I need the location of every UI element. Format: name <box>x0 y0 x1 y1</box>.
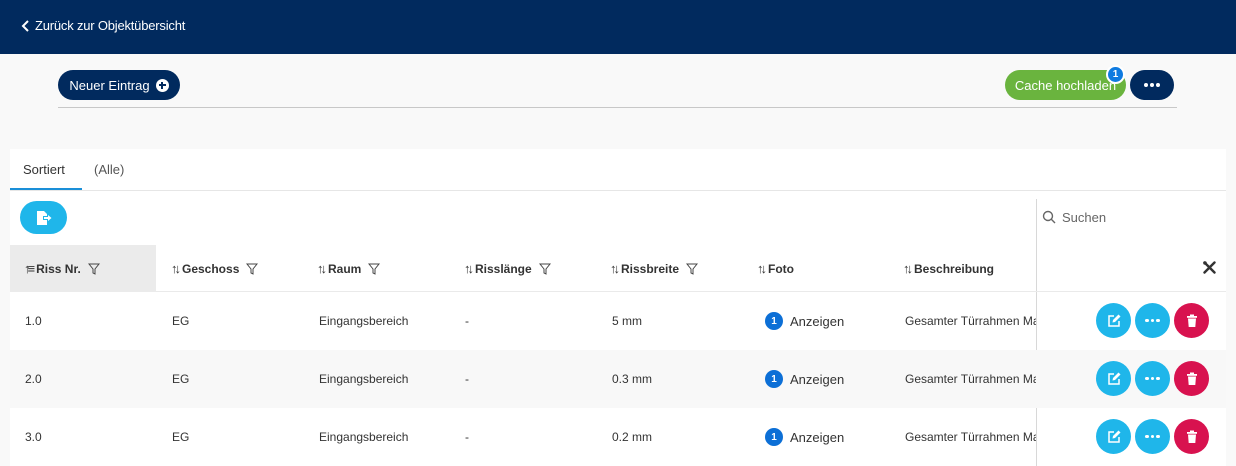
back-link-label: Zurück zur Objektübersicht <box>35 18 186 33</box>
trash-icon <box>1186 430 1197 443</box>
row-more-button[interactable] <box>1135 361 1170 396</box>
photo-link-label: Anzeigen <box>790 371 845 387</box>
column-label: Raum <box>328 261 362 276</box>
cell-geschoss: EG <box>172 314 190 328</box>
table-header: ↑≡ Riss Nr. ↑↓ Geschoss ↑↓ Raum ↑↓ Rissl… <box>10 245 1226 292</box>
table-row[interactable]: 3.0 EG Eingangsbereich - 0.2 mm 1 Anzeig… <box>10 408 1226 466</box>
cell-rissbreite: 0.2 mm <box>612 430 653 444</box>
filter-icon[interactable] <box>246 263 259 275</box>
delete-button[interactable] <box>1174 419 1209 454</box>
search-input[interactable] <box>1062 209 1212 225</box>
more-options-button[interactable] <box>1130 70 1174 100</box>
delete-button[interactable] <box>1174 303 1209 338</box>
edit-icon <box>1107 314 1120 327</box>
tab-bar: Sortiert (Alle) <box>10 149 1226 191</box>
ellipsis-icon <box>1145 318 1160 323</box>
cell-rissbreite: 5 mm <box>612 314 642 328</box>
sort-icon: ↑↓ <box>757 261 767 276</box>
sort-ascending-icon: ↑≡ <box>24 261 35 276</box>
active-tab-indicator <box>10 188 82 190</box>
back-link[interactable]: Zurück zur Objektübersicht <box>21 18 185 33</box>
column-label: Riss Nr. <box>36 261 81 276</box>
row-more-button[interactable] <box>1135 419 1170 454</box>
photo-link[interactable]: 1 Anzeigen <box>765 312 844 330</box>
table-row[interactable]: 1.0 EG Eingangsbereich - 5 mm 1 Anzeigen… <box>10 292 1226 350</box>
cache-upload-label: Cache hochladen <box>1014 77 1117 93</box>
trash-icon <box>1186 372 1197 385</box>
cell-rissbreite: 0.3 mm <box>612 372 653 386</box>
column-header-beschreibung[interactable]: ↑↓ Beschreibung <box>903 261 994 276</box>
edit-icon <box>1107 372 1120 385</box>
filter-icon[interactable] <box>368 263 381 275</box>
photo-link-label: Anzeigen <box>790 429 845 445</box>
filter-icon[interactable] <box>87 263 100 275</box>
top-bar: Zurück zur Objektübersicht <box>0 0 1236 54</box>
cell-riss-nr: 2.0 <box>25 372 42 386</box>
sort-icon: ↑↓ <box>464 261 474 276</box>
photo-count-badge: 1 <box>765 428 783 446</box>
photo-count-badge: 1 <box>765 370 783 388</box>
export-button[interactable] <box>20 201 67 234</box>
photo-link[interactable]: 1 Anzeigen <box>765 370 844 388</box>
cell-riss-nr: 3.0 <box>25 430 42 444</box>
column-label: Geschoss <box>182 261 240 276</box>
column-label: Foto <box>768 261 794 276</box>
sort-icon: ↑↓ <box>171 261 181 276</box>
row-more-button[interactable] <box>1135 303 1170 338</box>
cell-geschoss: EG <box>172 372 190 386</box>
photo-link[interactable]: 1 Anzeigen <box>765 428 844 446</box>
file-export-icon <box>36 210 51 225</box>
cell-geschoss: EG <box>172 430 190 444</box>
tab-sorted[interactable]: Sortiert <box>23 162 65 177</box>
column-header-raum[interactable]: ↑↓ Raum <box>317 261 381 276</box>
plus-circle-icon <box>155 78 169 92</box>
search-icon <box>1042 210 1056 224</box>
column-label: Beschreibung <box>914 261 995 276</box>
chevron-left-icon <box>21 19 29 32</box>
sort-icon: ↑↓ <box>610 261 620 276</box>
delete-button[interactable] <box>1174 361 1209 396</box>
edit-button[interactable] <box>1096 419 1131 454</box>
cell-beschreibung: Gesamter Türrahmen Mat <box>905 372 1036 386</box>
column-header-rissbreite[interactable]: ↑↓ Rissbreite <box>610 261 699 276</box>
photo-count-badge: 1 <box>765 312 783 330</box>
sort-icon: ↑↓ <box>317 261 327 276</box>
table-row[interactable]: 2.0 EG Eingangsbereich - 0.3 mm 1 Anzeig… <box>10 350 1226 408</box>
filter-icon[interactable] <box>686 263 699 275</box>
column-label: Risslänge <box>475 261 532 276</box>
edit-button[interactable] <box>1096 303 1131 338</box>
filter-icon[interactable] <box>538 263 551 275</box>
cell-raum: Eingangsbereich <box>319 314 409 328</box>
trash-icon <box>1186 314 1197 327</box>
ellipsis-icon <box>1145 434 1160 439</box>
column-header-geschoss[interactable]: ↑↓ Geschoss <box>171 261 259 276</box>
cell-risslaenge: - <box>465 372 469 386</box>
new-entry-label: Neuer Eintrag <box>69 77 150 93</box>
cell-raum: Eingangsbereich <box>319 430 409 444</box>
cache-count-badge: 1 <box>1106 65 1125 84</box>
toolbar-divider <box>58 107 1177 108</box>
photo-link-label: Anzeigen <box>790 313 845 329</box>
cell-riss-nr: 1.0 <box>25 314 42 328</box>
edit-button[interactable] <box>1096 361 1131 396</box>
column-header-riss-nr[interactable]: ↑≡ Riss Nr. <box>24 261 100 276</box>
ellipsis-icon <box>1145 376 1160 381</box>
cell-raum: Eingangsbereich <box>319 372 409 386</box>
cell-risslaenge: - <box>465 314 469 328</box>
cell-beschreibung: Gesamter Türrahmen Mat <box>905 314 1036 328</box>
table-card: Sortiert (Alle) ↑≡ Riss Nr. ↑↓ Geschoss … <box>10 149 1226 466</box>
cell-risslaenge: - <box>465 430 469 444</box>
search-box <box>1042 205 1226 229</box>
new-entry-button[interactable]: Neuer Eintrag <box>58 70 180 100</box>
edit-icon <box>1107 430 1120 443</box>
cell-beschreibung: Gesamter Türrahmen Mat <box>905 430 1036 444</box>
ellipsis-icon <box>1144 83 1160 87</box>
column-label: Rissbreite <box>621 261 680 276</box>
column-header-risslaenge[interactable]: ↑↓ Risslänge <box>464 261 551 276</box>
tools-icon[interactable] <box>1203 261 1216 274</box>
column-header-foto[interactable]: ↑↓ Foto <box>757 261 794 276</box>
sort-icon: ↑↓ <box>903 261 913 276</box>
tab-all[interactable]: (Alle) <box>94 162 124 177</box>
